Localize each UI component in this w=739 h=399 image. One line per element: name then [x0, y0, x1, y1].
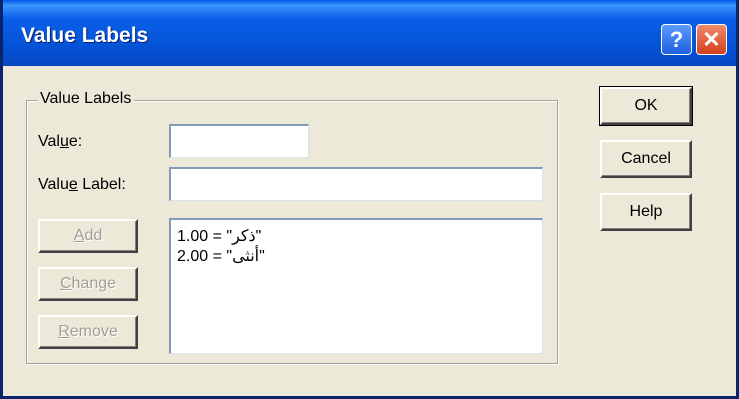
value-label-text-pre: Val	[38, 133, 60, 150]
add-button[interactable]: Add	[38, 219, 138, 253]
titlebar-close-button[interactable]: ✕	[696, 24, 727, 55]
ok-button[interactable]: OK	[599, 86, 693, 126]
dialog-title: Value Labels	[21, 24, 149, 47]
remove-button-mnemonic: R	[58, 323, 70, 340]
list-item[interactable]: 1.00 = "ذكر"	[177, 227, 536, 247]
value-label-mnemonic: u	[59, 133, 69, 150]
change-button-mnemonic: C	[59, 275, 72, 292]
remove-button[interactable]: Remove	[38, 315, 138, 349]
add-button-mnemonic: A	[73, 227, 85, 244]
question-mark-icon: ?	[669, 26, 684, 52]
list-item[interactable]: 2.00 = "أنثى"	[177, 247, 536, 267]
change-button[interactable]: Change	[38, 267, 138, 301]
value-field-label: Value:	[38, 133, 82, 151]
value-input[interactable]	[169, 124, 309, 158]
value-label-input[interactable]	[169, 167, 543, 201]
cancel-button[interactable]: Cancel	[600, 140, 692, 178]
value-label-label-post: Label:	[77, 176, 126, 193]
change-button-label: hange	[71, 275, 117, 292]
help-button[interactable]: Help	[600, 193, 692, 231]
remove-button-label: emove	[69, 323, 118, 340]
value-labels-list[interactable]: 1.00 = "ذكر" 2.00 = "أنثى"	[169, 218, 543, 354]
value-label-text-post: e:	[68, 133, 83, 150]
add-button-label: dd	[84, 227, 103, 244]
value-label-field-label: Value Label:	[38, 176, 126, 194]
value-label-label-pre: Valu	[38, 176, 69, 193]
titlebar-help-button[interactable]: ?	[661, 24, 692, 55]
value-labels-dialog: Value Labels ? ✕ Value Labels Value: Val…	[0, 0, 739, 399]
close-icon: ✕	[702, 26, 721, 52]
groupbox-label: Value Labels	[37, 90, 135, 108]
value-label-label-mnemonic: e	[68, 176, 78, 193]
title-bar[interactable]: Value Labels ? ✕	[3, 0, 736, 66]
